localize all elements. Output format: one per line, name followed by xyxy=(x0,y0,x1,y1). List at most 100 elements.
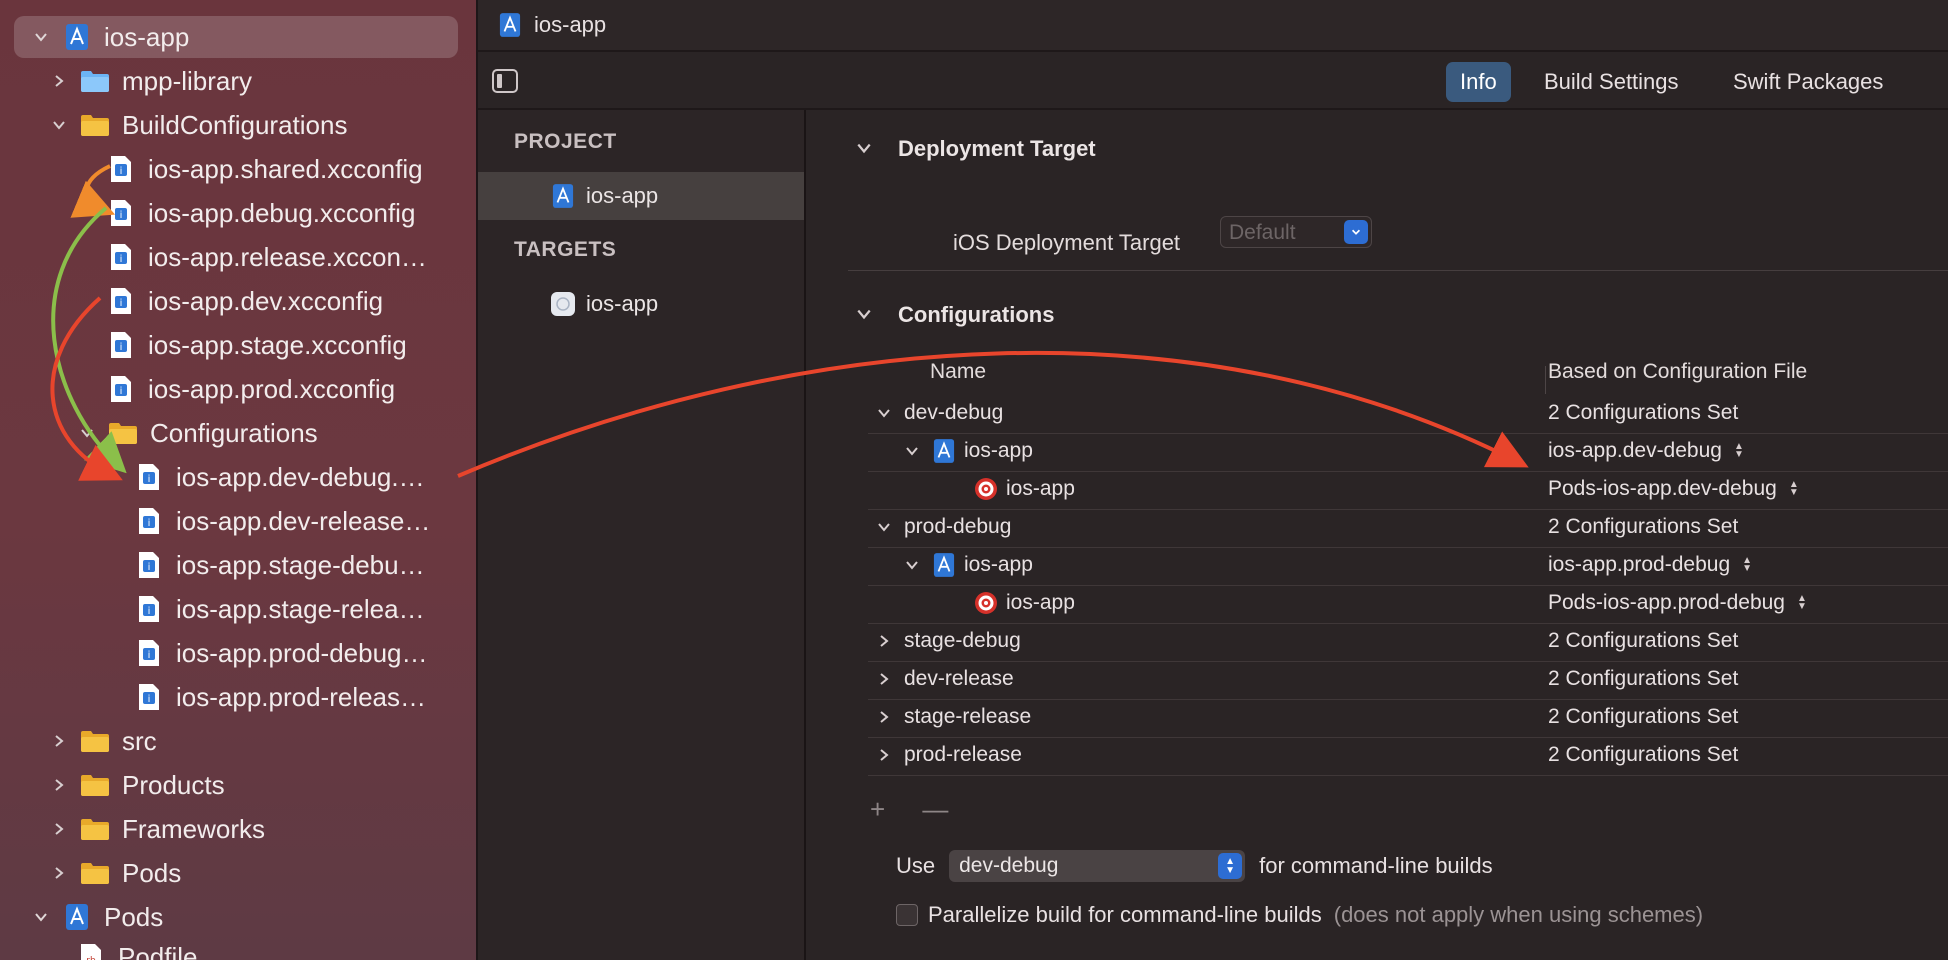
xcconfig-file-icon: i xyxy=(106,330,136,360)
tab-swift-packages[interactable]: Swift Packages xyxy=(1719,62,1897,102)
config-row-stage-release[interactable]: stage-release 2 Configurations Set xyxy=(868,700,1948,738)
column-header-name[interactable]: Name xyxy=(930,360,986,384)
nav-item-xcconfig[interactable]: i ios-app.dev.xcconfig xyxy=(106,280,383,322)
tab-build-settings[interactable]: Build Settings xyxy=(1530,62,1693,102)
use-label: Use xyxy=(896,853,936,878)
nav-root-ios-app[interactable]: ios-app xyxy=(14,16,458,58)
svg-text:i: i xyxy=(148,650,151,661)
chevron-right-icon[interactable] xyxy=(48,774,70,796)
chevron-down-icon[interactable] xyxy=(856,302,874,328)
info-pane: Deployment Target iOS Deployment Target … xyxy=(808,110,1948,960)
config-row-prod-release[interactable]: prod-release 2 Configurations Set xyxy=(868,738,1948,776)
chevron-right-icon[interactable] xyxy=(48,862,70,884)
chevron-down-icon[interactable] xyxy=(30,26,52,48)
command-line-config-value: dev-debug xyxy=(959,854,1059,877)
config-file-select[interactable]: ios-app.dev-debug ▲ ▼ xyxy=(1548,439,1744,463)
parallelize-checkbox[interactable] xyxy=(896,904,918,926)
config-base: 2 Configurations Set xyxy=(1548,667,1739,690)
nav-label: ios-app xyxy=(104,21,190,52)
chevron-right-icon[interactable] xyxy=(876,710,892,724)
tab-info[interactable]: Info xyxy=(1446,62,1511,102)
chevron-down-icon[interactable] xyxy=(1344,220,1368,244)
config-row-target[interactable]: ios-app Pods-ios-app.prod-debug ▲ ▼ xyxy=(868,586,1948,624)
nav-item-xcconfig[interactable]: i ios-app.stage-debu… xyxy=(134,544,444,586)
xcconfig-file-icon: i xyxy=(134,550,164,580)
config-row-dev-release[interactable]: dev-release 2 Configurations Set xyxy=(868,662,1948,700)
nav-label: ios-app.stage.xcconfig xyxy=(148,329,407,360)
chevron-down-icon[interactable] xyxy=(30,906,52,928)
nav-item-xcconfig[interactable]: i ios-app.dev-release… xyxy=(134,500,444,542)
config-file-select[interactable]: ios-app.prod-debug ▲ ▼ xyxy=(1548,553,1752,577)
nav-item-xcconfig[interactable]: i ios-app.shared.xcconfig xyxy=(106,148,423,190)
nav-item-mpp-library[interactable]: mpp-library xyxy=(48,60,252,102)
remove-configuration-button[interactable]: — xyxy=(922,794,948,824)
nav-item-xcconfig[interactable]: i ios-app.prod-releas… xyxy=(134,676,444,718)
config-name: ios-app xyxy=(964,553,1033,576)
chevron-right-icon[interactable] xyxy=(48,70,70,92)
config-row-stage-debug[interactable]: stage-debug 2 Configurations Set xyxy=(868,624,1948,662)
chevron-right-icon[interactable] xyxy=(48,818,70,840)
nav-item-xcconfig[interactable]: i ios-app.prod-debug… xyxy=(134,632,444,674)
nav-label: Pods xyxy=(104,901,164,932)
nav-item-podfile[interactable]: rb Podfile xyxy=(76,936,198,960)
chevron-right-icon[interactable] xyxy=(876,672,892,686)
nav-item-xcconfig[interactable]: i ios-app.release.xccon… xyxy=(106,236,427,278)
configurations-title: Configurations xyxy=(898,302,1055,327)
editor-tab-bar: Info Build Settings Swift Packages xyxy=(478,52,1948,110)
config-row-prod-debug[interactable]: prod-debug 2 Configurations Set xyxy=(868,510,1948,548)
config-file-select[interactable]: Pods-ios-app.dev-debug ▲ ▼ xyxy=(1548,477,1799,501)
target-item-ios-app[interactable]: ios-app xyxy=(478,280,804,328)
chevron-down-icon[interactable] xyxy=(876,406,892,420)
nav-item-xcconfig[interactable]: i ios-app.stage.xcconfig xyxy=(106,324,407,366)
chevron-down-icon[interactable] xyxy=(876,520,892,534)
nav-item-xcconfig[interactable]: i ios-app.debug.xcconfig xyxy=(106,192,415,234)
svg-text:i: i xyxy=(120,298,123,309)
chevron-right-icon[interactable] xyxy=(876,748,892,762)
nav-label: ios-app.prod-debug… xyxy=(176,637,428,668)
config-file-select[interactable]: Pods-ios-app.prod-debug ▲ ▼ xyxy=(1548,591,1807,615)
svg-text:i: i xyxy=(148,606,151,617)
nav-item-pods-folder[interactable]: Pods xyxy=(48,852,181,894)
svg-text:i: i xyxy=(148,474,151,485)
svg-text:rb: rb xyxy=(86,956,96,960)
chevron-right-icon[interactable] xyxy=(876,634,892,648)
chevron-right-icon[interactable] xyxy=(48,730,70,752)
chevron-down-icon[interactable] xyxy=(48,114,70,136)
command-line-config-row: Use dev-debug ▲ ▼ for command-line builds xyxy=(896,850,1493,882)
xcconfig-file-icon: i xyxy=(134,682,164,712)
configurations-section-header[interactable]: Configurations xyxy=(856,302,1054,328)
config-row-dev-debug[interactable]: dev-debug 2 Configurations Set xyxy=(868,396,1948,434)
nav-item-xcconfig[interactable]: i ios-app.stage-relea… xyxy=(134,588,444,630)
config-base: 2 Configurations Set xyxy=(1548,401,1739,424)
jump-bar: ios-app xyxy=(478,0,1948,52)
nav-item-src[interactable]: src xyxy=(48,720,157,762)
chevron-down-icon[interactable] xyxy=(856,136,874,162)
breadcrumb[interactable]: ios-app xyxy=(534,12,606,38)
nav-item-configurations[interactable]: Configurations xyxy=(76,412,318,454)
nav-label: ios-app.prod.xcconfig xyxy=(148,373,396,404)
folder-icon xyxy=(108,418,138,448)
project-item-ios-app[interactable]: ios-app xyxy=(478,172,804,220)
config-row-target[interactable]: ios-app Pods-ios-app.dev-debug ▲ ▼ xyxy=(868,472,1948,510)
nav-item-frameworks[interactable]: Frameworks xyxy=(48,808,265,850)
target-icon xyxy=(974,477,998,501)
deployment-section-header[interactable]: Deployment Target xyxy=(856,136,1096,162)
nav-item-products[interactable]: Products xyxy=(48,764,225,806)
sidebar-toggle-icon[interactable] xyxy=(492,69,518,93)
config-row-project[interactable]: ios-app ios-app.dev-debug ▲ ▼ xyxy=(868,434,1948,472)
nav-label: Frameworks xyxy=(122,813,266,844)
nav-item-xcconfig[interactable]: i ios-app.prod.xcconfig xyxy=(106,368,395,410)
chevron-down-icon[interactable] xyxy=(904,444,920,458)
nav-item-pods-project[interactable]: Pods xyxy=(30,896,163,938)
config-row-project[interactable]: ios-app ios-app.prod-debug ▲ ▼ xyxy=(868,548,1948,586)
chevron-down-icon[interactable] xyxy=(904,558,920,572)
command-line-config-select[interactable]: dev-debug ▲ ▼ xyxy=(949,850,1246,882)
xcconfig-file-icon: i xyxy=(106,286,136,316)
chevron-down-icon[interactable] xyxy=(76,422,98,444)
nav-item-buildconfigurations[interactable]: BuildConfigurations xyxy=(48,104,347,146)
add-configuration-button[interactable]: + xyxy=(870,794,885,824)
deployment-target-select[interactable]: Default xyxy=(1220,216,1372,248)
nav-item-xcconfig[interactable]: i ios-app.dev-debug.… xyxy=(134,456,444,498)
column-header-base[interactable]: Based on Configuration File xyxy=(1548,360,1807,384)
project-editor: ios-app Info Build Settings Swift Packag… xyxy=(478,0,1948,960)
